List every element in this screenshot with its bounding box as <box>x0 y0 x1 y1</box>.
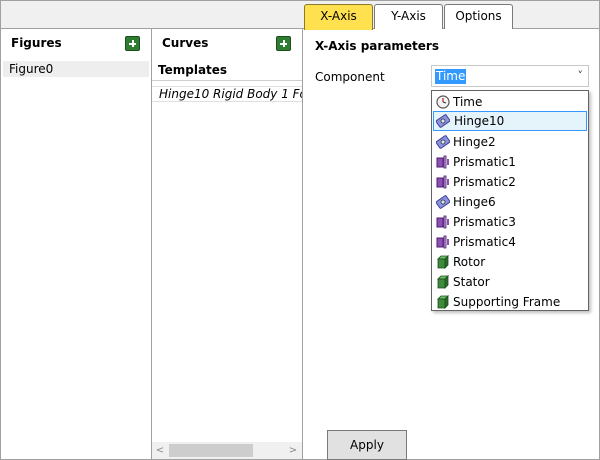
clock-icon <box>436 95 450 109</box>
component-combobox[interactable]: Time ˅ <box>431 65 589 87</box>
add-figure-button[interactable] <box>125 36 140 51</box>
template-list-item[interactable]: Hinge10 Rigid Body 1 Force / <box>152 86 302 102</box>
dropdown-option-prismatic3[interactable]: Prismatic3 <box>433 212 587 232</box>
component-selected-value: Time <box>435 69 467 84</box>
dropdown-option-hinge2[interactable]: Hinge2 <box>433 132 587 152</box>
body-icon <box>437 275 449 289</box>
component-dropdown-list: Time Hinge10 Hinge2 Prismatic1 Prismatic… <box>431 90 589 311</box>
hinge-icon <box>436 195 450 209</box>
dropdown-option-label: Supporting Frame <box>453 295 561 309</box>
templates-header: Templates <box>152 61 302 81</box>
dropdown-option-label: Time <box>453 95 483 109</box>
dropdown-option-hinge6[interactable]: Hinge6 <box>433 192 587 212</box>
dropdown-option-hinge10[interactable]: Hinge10 <box>433 111 587 131</box>
dropdown-option-label: Hinge10 <box>454 114 505 128</box>
prismatic-icon <box>436 175 449 189</box>
dropdown-option-label: Prismatic2 <box>453 175 516 189</box>
tab-strip: X-Axis Y-Axis Options <box>1 1 599 30</box>
tab-x-axis[interactable]: X-Axis <box>304 4 373 30</box>
component-label: Component <box>315 70 385 84</box>
dropdown-option-prismatic4[interactable]: Prismatic4 <box>433 232 587 252</box>
figure-list-item[interactable]: Figure0 <box>3 61 149 77</box>
curves-pane: Curves Templates Hinge10 Rigid Body 1 Fo… <box>152 29 303 460</box>
tab-y-axis[interactable]: Y-Axis <box>374 4 443 29</box>
tab-options[interactable]: Options <box>444 4 513 29</box>
add-curve-button[interactable] <box>276 36 291 51</box>
dropdown-option-label: Rotor <box>453 255 486 269</box>
dropdown-option-time[interactable]: Time <box>433 92 587 112</box>
apply-button[interactable]: Apply <box>327 430 407 460</box>
dropdown-option-label: Stator <box>453 275 490 289</box>
params-title: X-Axis parameters <box>315 39 439 53</box>
dropdown-option-label: Prismatic1 <box>453 155 516 169</box>
prismatic-icon <box>436 155 449 169</box>
scrollbar-thumb[interactable] <box>169 444 253 457</box>
parameters-pane: X-Axis parameters Component Time ˅ Time <box>303 29 599 460</box>
scroll-right-icon[interactable]: > <box>286 444 300 457</box>
curves-title: Curves <box>162 36 209 50</box>
dropdown-option-rotor[interactable]: Rotor <box>433 252 587 272</box>
scroll-left-icon[interactable]: < <box>153 444 167 457</box>
dropdown-option-label: Hinge6 <box>453 195 496 209</box>
figures-title: Figures <box>11 36 62 50</box>
dropdown-option-prismatic2[interactable]: Prismatic2 <box>433 172 587 192</box>
body-icon <box>437 295 449 309</box>
dropdown-option-label: Hinge2 <box>453 135 496 149</box>
dropdown-option-label: Prismatic4 <box>453 235 516 249</box>
horizontal-scrollbar[interactable]: < > <box>152 442 302 459</box>
figures-pane: Figures Figure0 <box>1 29 152 460</box>
prismatic-icon <box>436 215 449 229</box>
dropdown-option-label: Prismatic3 <box>453 215 516 229</box>
dropdown-option-supporting-frame[interactable]: Supporting Frame <box>433 292 587 312</box>
window-frame: X-Axis Y-Axis Options Figures Figure0 Cu… <box>0 0 600 460</box>
dropdown-option-stator[interactable]: Stator <box>433 272 587 292</box>
dropdown-option-prismatic1[interactable]: Prismatic1 <box>433 152 587 172</box>
chevron-down-icon[interactable]: ˅ <box>578 69 584 82</box>
body-icon <box>437 255 449 269</box>
hinge-icon <box>436 114 450 128</box>
hinge-icon <box>436 135 450 149</box>
prismatic-icon <box>436 235 449 249</box>
